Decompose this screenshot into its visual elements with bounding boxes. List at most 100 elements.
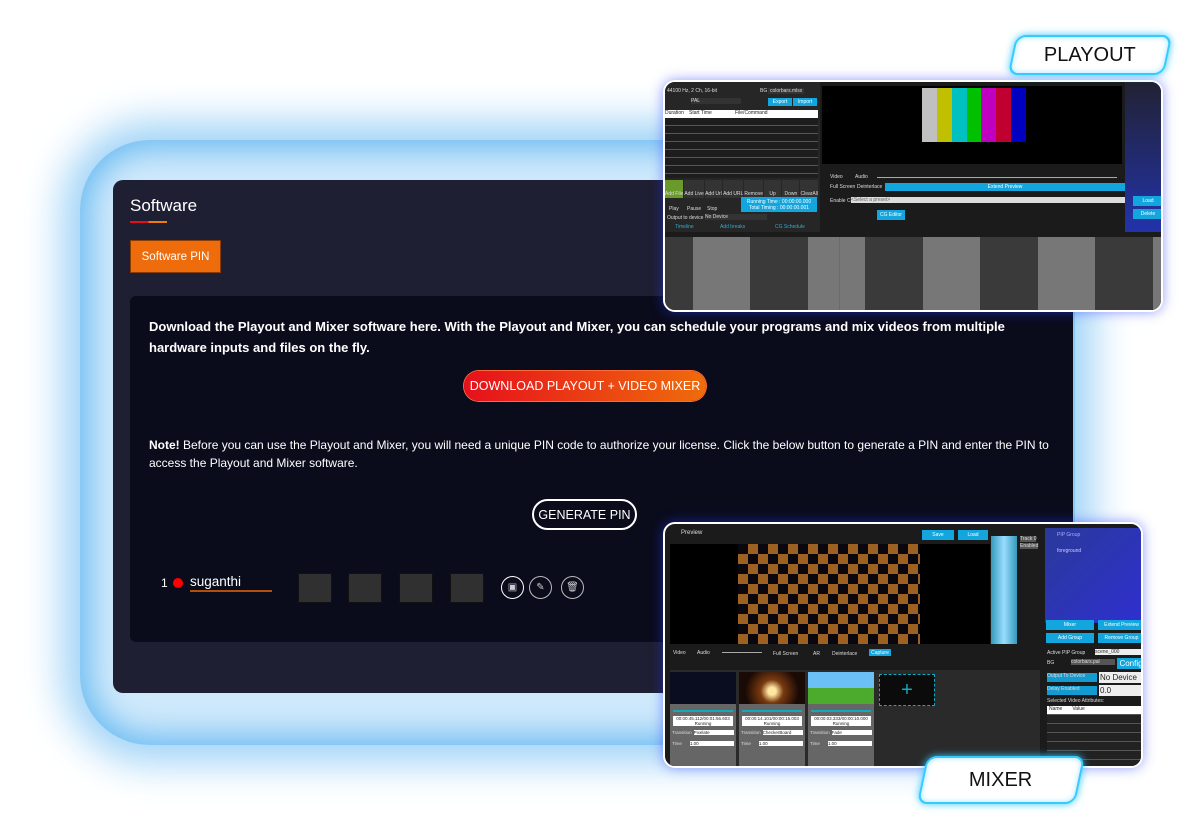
transition-select[interactable]: Fade [831,730,872,735]
bg-select[interactable]: colorbars.mlsx [768,88,805,94]
transition-select[interactable]: Pixelate [693,730,734,735]
intro-text: Download the Playout and Mixer software … [149,319,1005,355]
enabled-select[interactable]: Enabled [1020,543,1039,549]
playlist-header: Duration Start Time File/Command [665,110,818,118]
clip-status: Running [832,721,850,726]
load-button[interactable]: Load [1133,196,1161,206]
extend-preview-button[interactable]: Extend Preview [1098,620,1141,630]
delay-input[interactable]: 0.0 [1099,685,1141,696]
delete-button[interactable]: Delete [1133,209,1161,219]
ar-checkbox[interactable]: AR [813,651,820,657]
pip-group-tree[interactable]: PIP Group foreground [1045,528,1141,623]
volume-slider[interactable] [877,177,1117,178]
preset-select[interactable]: <Select a preset> [851,197,1125,203]
colorbar [951,88,967,142]
mixer-preview-label: Preview [681,530,703,536]
duration-input[interactable]: 1.00 [827,741,872,746]
tab-cg-schedule[interactable]: CG Schedule [775,224,805,230]
cg-editor-button[interactable]: CG Editor [877,210,905,220]
up-button[interactable]: Up [763,180,782,198]
clip-time: 00:00:03.333/00:00:10.000 Running [811,716,871,726]
save-icon[interactable]: ▣ [501,576,524,599]
clear-all-button[interactable]: ClearAll [800,180,818,198]
output-device-checkbox[interactable]: Output To Device [1047,673,1097,682]
active-pip-input[interactable]: scene_000 [1095,649,1141,655]
clip-progress [673,710,733,712]
mixer-tag-label: MIXER [969,768,1033,791]
time-label: Time [810,741,820,746]
duration-input[interactable]: 1.00 [689,741,734,746]
colorbar [1011,88,1027,142]
delete-icon[interactable]: 🗑 [561,576,584,599]
pin-box-4[interactable] [450,573,484,603]
add-clip-button[interactable]: + [879,674,935,706]
colorbar [936,88,952,142]
down-button[interactable]: Down [782,180,800,198]
transition-select[interactable]: CheckerBoard [762,730,803,735]
tab-timeline[interactable]: Timeline [675,224,694,230]
playlist-table[interactable] [665,118,818,178]
play-button[interactable]: Play [669,206,679,212]
remove-button[interactable]: Remove [744,180,763,198]
fullscreen-checkbox[interactable]: Full Screen [773,651,798,657]
pip-group-title: PIP Group [1057,532,1081,538]
add-group-button[interactable]: Add Group [1046,633,1094,643]
add-url-button[interactable]: Add Url [704,180,723,198]
add-file-button[interactable]: Add File [665,180,684,198]
time-label: Time [672,741,682,746]
download-button[interactable]: DOWNLOAD PLAYOUT + VIDEO MIXER [464,371,706,401]
timing-display: Running Time : 00:00:00.000 Total Timing … [741,197,817,212]
pin-box-2[interactable] [348,573,382,603]
edit-icon[interactable]: ✎ [529,576,552,599]
add-live-button[interactable]: Add Live [684,180,704,198]
playout-tag-label: PLAYOUT [1044,43,1136,66]
foreground-node[interactable]: foreground [1057,548,1081,554]
software-pin-tab[interactable]: Software PIN [130,240,221,273]
deinterlace-checkbox[interactable]: Deinterlace [832,651,857,657]
mixer-volume-slider[interactable] [722,652,762,653]
remove-group-button[interactable]: Remove Group [1098,633,1141,643]
extend-preview-button[interactable]: Extend Preview [885,183,1125,191]
mixer-bg-select[interactable]: colorbars.pal [1071,659,1115,665]
audio-quality: 44100 Hz, 2 Ch, 16-bit [667,88,718,94]
note-body: Before you can use the Playout and Mixer… [149,438,1049,470]
level-meter [991,536,1017,644]
add-url2-button[interactable]: Add URL [723,180,744,198]
config-button[interactable]: Config [1117,658,1141,669]
video-quality[interactable]: PAL [691,98,741,104]
title-underline [130,221,167,223]
pin-name-input[interactable]: suganthi [190,574,272,592]
clip-progress [811,710,871,712]
tab-add-breaks[interactable]: Add breaks [720,224,745,230]
pin-box-1[interactable] [298,573,332,603]
timeline-track[interactable] [665,237,1161,310]
pause-button[interactable]: Pause [687,206,701,212]
clip-card[interactable]: 00:00:03.333/00:00:10.000 Running Transit… [808,672,874,766]
clip-card[interactable]: 00:00:14.101/00:00:15.003 Running Transit… [739,672,805,766]
generate-pin-button[interactable]: GENERATE PIN [532,499,637,530]
clip-status: Running [763,721,781,726]
audio-checkbox[interactable]: Audio [697,650,710,656]
duration-input[interactable]: 1.00 [758,741,803,746]
deinterlace-checkbox[interactable]: Deinterlace [857,184,882,190]
video-checkbox[interactable]: Video [830,174,843,180]
video-checkbox[interactable]: Video [673,650,686,656]
output-select[interactable]: No Device [705,214,767,220]
mixer-save-button[interactable]: Save [922,530,954,540]
fullscreen-checkbox[interactable]: Full Screen [830,184,855,190]
pin-box-3[interactable] [399,573,433,603]
stop-button[interactable]: Stop [707,206,717,212]
output-device-select[interactable]: No Device [1099,672,1141,683]
playout-preview [822,86,1122,164]
track-select[interactable]: Track 0 [1020,536,1037,542]
mixer-tag: MIXER [916,756,1086,804]
mixer-load-button[interactable]: Load [958,530,988,540]
clip-card[interactable]: 00:00:45.112/00:01:56.603 Running Transit… [670,672,736,766]
mixer-button[interactable]: Mixer [1046,620,1094,630]
export-button[interactable]: Export [768,98,792,106]
capture-button[interactable]: Capture [869,649,891,656]
delay-checkbox[interactable]: Delay Enabled [1047,686,1097,695]
audio-checkbox[interactable]: Audio [855,174,868,180]
playhead[interactable] [839,237,840,310]
import-button[interactable]: Import [793,98,817,106]
